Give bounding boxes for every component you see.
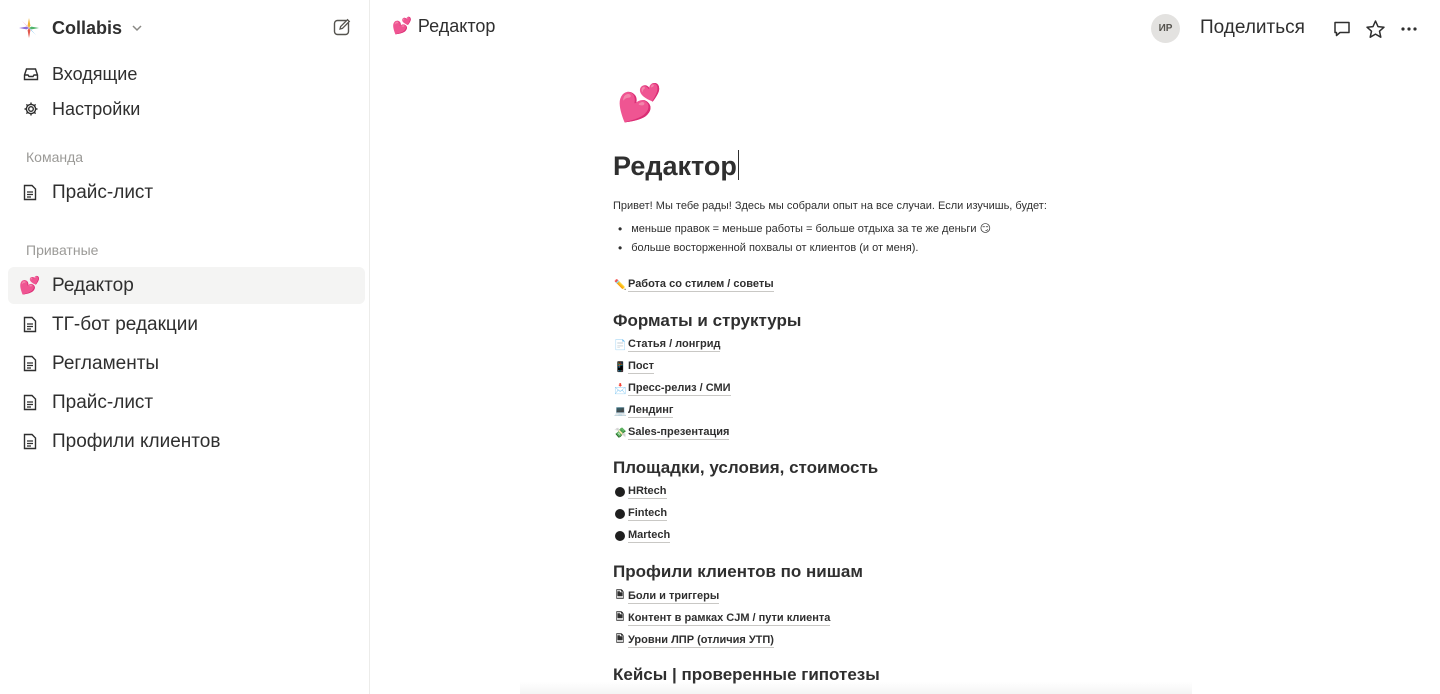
page-link-fintech[interactable]: Fintech xyxy=(614,507,668,521)
sidebar-item-team-pricelist[interactable]: Прайс-лист xyxy=(8,174,365,211)
document-icon xyxy=(20,183,40,203)
page-link-landing[interactable]: 💻 Лендинг xyxy=(614,404,674,418)
document-icon: 🗎 xyxy=(615,612,625,623)
page-link-martech[interactable]: Martech xyxy=(614,529,671,543)
page-link-label: Боли и триггеры xyxy=(628,589,720,604)
breadcrumb-title: Редактор xyxy=(417,15,496,36)
share-button[interactable]: Поделиться xyxy=(1200,15,1305,41)
page-emoji-icon[interactable]: 💕 xyxy=(617,82,662,124)
page-link-post[interactable]: 📱 Пост xyxy=(614,360,654,374)
envelope-emoji-icon: 📩 xyxy=(614,383,627,395)
heading-profiles[interactable]: Профили клиентов по нишам xyxy=(613,562,863,582)
workspace-switcher[interactable]: Collabis xyxy=(18,14,144,42)
page-link-label: Статья / лонгрид xyxy=(628,338,721,352)
page-link-label: Лендинг xyxy=(628,404,674,418)
nav-inbox-label: Входящие xyxy=(52,63,138,84)
bullet-item[interactable]: больше восторженной похвалы от клиентов … xyxy=(618,238,991,257)
two-hearts-emoji-icon: 💕 xyxy=(19,275,41,295)
heading-formats[interactable]: Форматы и структуры xyxy=(613,311,801,331)
phone-emoji-icon: 📱 xyxy=(614,361,627,373)
sidebar: Collabis Входящие Настройки Команда Прай… xyxy=(0,0,370,694)
page-link-decision-makers[interactable]: 🗎 Уровни ЛПР (отличия УТП) xyxy=(614,632,774,649)
nav-settings[interactable]: Настройки xyxy=(22,94,140,124)
sidebar-item-label: Прайс-лист xyxy=(52,181,154,203)
text-caret xyxy=(737,150,740,180)
page-title[interactable]: Редактор xyxy=(613,150,740,182)
document-icon xyxy=(20,432,40,452)
black-circle-icon xyxy=(615,509,625,519)
comment-icon[interactable] xyxy=(1331,18,1353,40)
black-circle-icon xyxy=(615,531,625,541)
document-icon: 🗎 xyxy=(615,590,625,601)
sidebar-item-tg-bot[interactable]: ТГ-бот редакции xyxy=(8,306,365,343)
chevron-down-icon xyxy=(132,25,142,32)
page-link-label: Sales-презентация xyxy=(628,426,730,440)
intro-paragraph[interactable]: Привет! Мы тебе рады! Здесь мы собрали о… xyxy=(613,200,1047,212)
page-link-article[interactable]: 📄 Статья / лонгрид xyxy=(614,338,721,352)
nav-inbox[interactable]: Входящие xyxy=(22,59,137,89)
money-emoji-icon: 💸 xyxy=(614,427,627,439)
pencil-emoji-icon: ✏️ xyxy=(614,279,627,291)
inbox-icon xyxy=(22,66,39,83)
sidebar-item-label: Регламенты xyxy=(52,352,160,374)
section-team-title[interactable]: Команда xyxy=(26,149,83,165)
page-link-style[interactable]: ✏️ Работа со стилем / советы xyxy=(614,278,774,292)
page-link-label: Контент в рамках CJM / пути клиента xyxy=(628,611,831,626)
page-link-label: Пресс-релиз / СМИ xyxy=(628,382,731,396)
document-icon xyxy=(20,315,40,335)
nav-settings-label: Настройки xyxy=(52,98,141,119)
page-link-cjm[interactable]: 🗎 Контент в рамках CJM / пути клиента xyxy=(614,610,831,627)
sidebar-item-label: Профили клиентов xyxy=(52,430,221,452)
sidebar-item-regulations[interactable]: Регламенты xyxy=(8,345,365,382)
gear-icon xyxy=(22,101,39,118)
page-link-label: HRtech xyxy=(628,485,667,499)
sidebar-item-pricelist[interactable]: Прайс-лист xyxy=(8,384,365,421)
sidebar-item-label: Редактор xyxy=(52,274,134,296)
page-emoji-icon: 📄 xyxy=(614,339,627,351)
workspace-name: Collabis xyxy=(52,17,123,38)
page-link-label: Уровни ЛПР (отличия УТП) xyxy=(628,633,774,648)
avatar[interactable]: ИР xyxy=(1151,14,1180,43)
page-title-text[interactable]: Редактор xyxy=(613,151,737,181)
compose-icon[interactable] xyxy=(332,17,352,37)
page-link-press-release[interactable]: 📩 Пресс-релиз / СМИ xyxy=(614,382,731,396)
sidebar-item-label: Прайс-лист xyxy=(52,391,154,413)
more-icon[interactable] xyxy=(1398,18,1420,40)
black-circle-icon xyxy=(615,487,625,497)
page-link-label: Fintech xyxy=(628,507,668,521)
sidebar-item-editor[interactable]: 💕 Редактор xyxy=(8,267,365,304)
bullet-item[interactable]: меньше правок = меньше работы = больше о… xyxy=(618,219,991,238)
laptop-emoji-icon: 💻 xyxy=(614,405,627,417)
section-private-title[interactable]: Приватные xyxy=(26,242,98,258)
page-link-label: Martech xyxy=(628,529,671,543)
page-link-sales-presentation[interactable]: 💸 Sales-презентация xyxy=(614,426,730,440)
heading-platforms[interactable]: Площадки, условия, стоимость xyxy=(613,458,878,478)
page-link-pains[interactable]: 🗎 Боли и триггеры xyxy=(614,588,720,605)
workspace-logo-icon xyxy=(19,18,39,38)
document-icon xyxy=(20,354,40,374)
two-hearts-emoji-icon: 💕 xyxy=(392,18,412,35)
page-link-label: Пост xyxy=(628,360,654,374)
page-link-label: Работа со стилем / советы xyxy=(628,278,774,292)
document-icon xyxy=(20,393,40,413)
page-link-hrtech[interactable]: HRtech xyxy=(614,485,667,499)
sidebar-item-client-profiles[interactable]: Профили клиентов xyxy=(8,423,365,460)
breadcrumb-page[interactable]: 💕 Редактор xyxy=(392,14,495,38)
star-icon[interactable] xyxy=(1364,18,1386,40)
scroll-fade xyxy=(520,682,1192,694)
document-icon: 🗎 xyxy=(615,634,625,645)
intro-bullets: меньше правок = меньше работы = больше о… xyxy=(618,219,991,257)
sidebar-item-label: ТГ-бот редакции xyxy=(52,313,199,335)
